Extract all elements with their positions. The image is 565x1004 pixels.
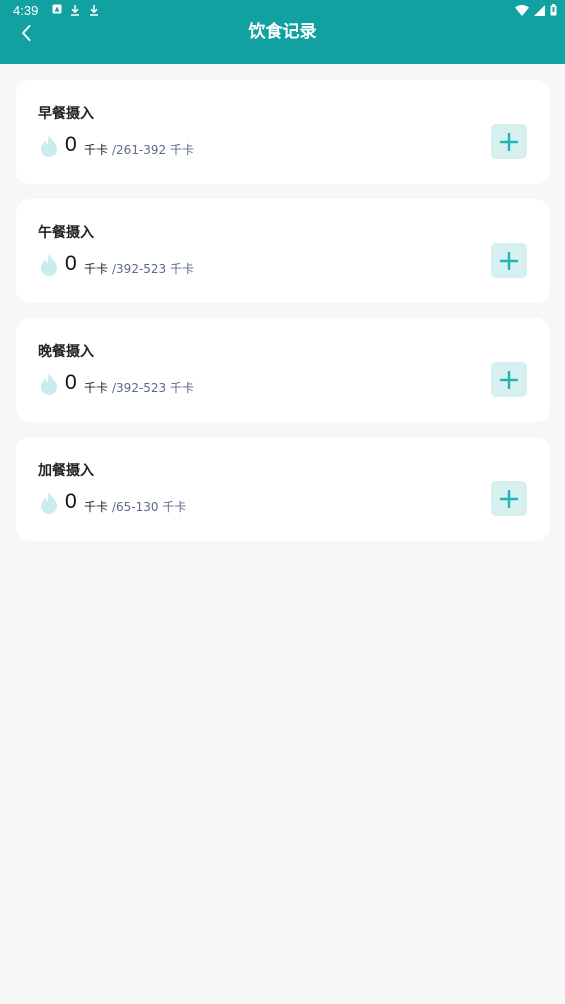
flame-icon [41,492,57,514]
plus-icon [500,489,518,508]
kcal-value: 0 [65,490,77,513]
app-header: 饮食记录 [0,22,565,64]
kcal-range: /65-130 千卡 [112,500,187,514]
kcal-unit: 千卡 [84,262,109,276]
kcal-value: 0 [65,371,77,394]
wifi-icon [515,4,529,16]
meal-list: 早餐摄入 0 千卡 /261-392 千卡 午餐摄入 0 千卡 /392-523… [16,80,550,556]
kcal-range: /392-523 千卡 [112,381,194,395]
add-lunch-button[interactable] [491,243,527,278]
kcal-unit: 千卡 [84,381,109,395]
meal-title: 加餐摄入 [38,463,94,479]
signal-icon [534,4,545,16]
flame-icon [41,373,57,395]
kcal-value: 0 [65,133,77,156]
meal-card-breakfast: 早餐摄入 0 千卡 /261-392 千卡 [16,80,550,184]
meal-card-dinner: 晚餐摄入 0 千卡 /392-523 千卡 [16,318,550,422]
status-icons-left [52,4,100,16]
plus-icon [500,370,518,389]
page-title: 饮食记录 [248,22,317,42]
add-snack-button[interactable] [491,481,527,516]
status-time: 4:39 [13,3,39,18]
status-icons-right [515,4,557,16]
kcal-value: 0 [65,252,77,275]
flame-icon [41,135,57,157]
plus-icon [500,132,518,151]
add-dinner-button[interactable] [491,362,527,397]
flame-icon [41,254,57,276]
download-icon [90,5,98,16]
kcal-unit: 千卡 [84,143,109,157]
meal-card-lunch: 午餐摄入 0 千卡 /392-523 千卡 [16,199,550,303]
download-icon [71,5,79,16]
meal-title: 早餐摄入 [38,106,94,122]
battery-icon [550,4,557,16]
status-bar: 4:39 [0,0,565,22]
meal-title: 午餐摄入 [38,225,94,241]
kcal-range: /261-392 千卡 [112,143,194,157]
meal-card-snack: 加餐摄入 0 千卡 /65-130 千卡 [16,437,550,541]
app-notification-icon [52,4,62,14]
meal-title: 晚餐摄入 [38,344,94,360]
kcal-range: /392-523 千卡 [112,262,194,276]
add-breakfast-button[interactable] [491,124,527,159]
plus-icon [500,251,518,270]
kcal-unit: 千卡 [84,500,109,514]
